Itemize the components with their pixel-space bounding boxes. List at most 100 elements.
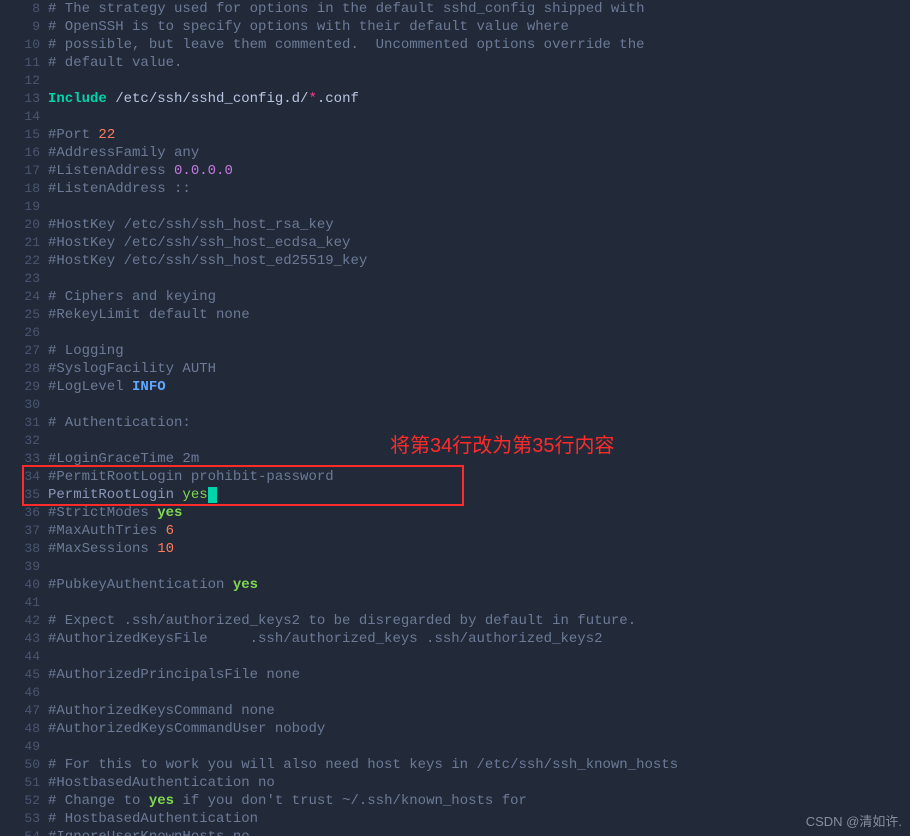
- code-line[interactable]: #HostKey /etc/ssh/ssh_host_rsa_key: [48, 216, 910, 234]
- code-line[interactable]: [48, 72, 910, 90]
- code-token: yes: [157, 505, 182, 521]
- code-line[interactable]: [48, 270, 910, 288]
- line-number: 23: [0, 270, 48, 288]
- line-number: 22: [0, 252, 48, 270]
- code-token: .conf: [317, 91, 359, 107]
- code-line[interactable]: [48, 108, 910, 126]
- code-token: yes: [182, 487, 207, 503]
- text-cursor: [208, 487, 217, 503]
- watermark: CSDN @清如许.: [806, 811, 902, 830]
- code-token: #SyslogFacility AUTH: [48, 361, 216, 377]
- code-token: *: [308, 91, 316, 107]
- code-line[interactable]: #ListenAddress ::: [48, 180, 910, 198]
- code-line[interactable]: #AuthorizedPrincipalsFile none: [48, 666, 910, 684]
- code-line[interactable]: [48, 198, 910, 216]
- code-line[interactable]: #MaxAuthTries 6: [48, 522, 910, 540]
- code-line[interactable]: #AuthorizedKeysFile .ssh/authorized_keys…: [48, 630, 910, 648]
- code-token: #StrictModes: [48, 505, 157, 521]
- line-number: 25: [0, 306, 48, 324]
- code-token: # Logging: [48, 343, 124, 359]
- code-token: #MaxSessions: [48, 541, 157, 557]
- code-line[interactable]: # default value.: [48, 54, 910, 72]
- code-token: # Expect .ssh/authorized_keys2 to be dis…: [48, 613, 636, 629]
- code-token: # The strategy used for options in the d…: [48, 1, 645, 17]
- code-token: #AuthorizedKeysCommand none: [48, 703, 275, 719]
- line-number: 49: [0, 738, 48, 756]
- code-line[interactable]: [48, 324, 910, 342]
- code-editor[interactable]: 8910111213141516171819202122232425262728…: [0, 0, 910, 836]
- line-number: 38: [0, 540, 48, 558]
- code-line[interactable]: # Expect .ssh/authorized_keys2 to be dis…: [48, 612, 910, 630]
- code-token: yes: [233, 577, 258, 593]
- code-token: #LoginGraceTime 2m: [48, 451, 199, 467]
- line-number: 17: [0, 162, 48, 180]
- code-token: # OpenSSH is to specify options with the…: [48, 19, 569, 35]
- line-number: 36: [0, 504, 48, 522]
- code-line[interactable]: # Change to yes if you don't trust ~/.ss…: [48, 792, 910, 810]
- code-line[interactable]: #SyslogFacility AUTH: [48, 360, 910, 378]
- code-line[interactable]: # possible, but leave them commented. Un…: [48, 36, 910, 54]
- code-line[interactable]: # OpenSSH is to specify options with the…: [48, 18, 910, 36]
- code-content[interactable]: # The strategy used for options in the d…: [48, 0, 910, 836]
- code-token: #HostbasedAuthentication no: [48, 775, 275, 791]
- code-line[interactable]: #HostKey /etc/ssh/ssh_host_ecdsa_key: [48, 234, 910, 252]
- code-line[interactable]: #HostKey /etc/ssh/ssh_host_ed25519_key: [48, 252, 910, 270]
- code-line[interactable]: #PermitRootLogin prohibit-password: [48, 468, 910, 486]
- line-number: 42: [0, 612, 48, 630]
- code-line[interactable]: [48, 558, 910, 576]
- line-number: 13: [0, 90, 48, 108]
- code-token: #LogLevel: [48, 379, 132, 395]
- code-token: 6: [166, 523, 174, 539]
- code-line[interactable]: #Port 22: [48, 126, 910, 144]
- code-line[interactable]: #StrictModes yes: [48, 504, 910, 522]
- code-line[interactable]: #AuthorizedKeysCommand none: [48, 702, 910, 720]
- line-number: 50: [0, 756, 48, 774]
- code-line[interactable]: # Ciphers and keying: [48, 288, 910, 306]
- line-number: 12: [0, 72, 48, 90]
- code-token: # Authentication:: [48, 415, 191, 431]
- code-line[interactable]: #PubkeyAuthentication yes: [48, 576, 910, 594]
- code-line[interactable]: Include /etc/ssh/sshd_config.d/*.conf: [48, 90, 910, 108]
- line-number: 18: [0, 180, 48, 198]
- code-line[interactable]: [48, 684, 910, 702]
- annotation-text: 将第34行改为第35行内容: [390, 429, 615, 458]
- code-token: # HostbasedAuthentication: [48, 811, 258, 827]
- code-line[interactable]: #MaxSessions 10: [48, 540, 910, 558]
- line-number: 44: [0, 648, 48, 666]
- code-token: #AddressFamily any: [48, 145, 199, 161]
- code-line[interactable]: #LogLevel INFO: [48, 378, 910, 396]
- code-line[interactable]: [48, 738, 910, 756]
- code-token: #Port: [48, 127, 98, 143]
- code-line[interactable]: #AuthorizedKeysCommandUser nobody: [48, 720, 910, 738]
- code-line[interactable]: # The strategy used for options in the d…: [48, 0, 910, 18]
- code-line[interactable]: #AddressFamily any: [48, 144, 910, 162]
- code-line[interactable]: PermitRootLogin yes: [48, 486, 910, 504]
- code-line[interactable]: #IgnoreUserKnownHosts no: [48, 828, 910, 836]
- line-number: 32: [0, 432, 48, 450]
- code-token: # For this to work you will also need ho…: [48, 757, 678, 773]
- code-line[interactable]: #ListenAddress 0.0.0.0: [48, 162, 910, 180]
- line-number: 27: [0, 342, 48, 360]
- line-number: 35: [0, 486, 48, 504]
- line-number: 10: [0, 36, 48, 54]
- code-line[interactable]: [48, 594, 910, 612]
- code-token: #HostKey /etc/ssh/ssh_host_rsa_key: [48, 217, 334, 233]
- code-token: #ListenAddress ::: [48, 181, 191, 197]
- code-token: # Ciphers and keying: [48, 289, 216, 305]
- code-line[interactable]: [48, 648, 910, 666]
- line-number: 37: [0, 522, 48, 540]
- code-line[interactable]: #HostbasedAuthentication no: [48, 774, 910, 792]
- code-token: /etc/ssh/sshd_config.d/: [115, 91, 308, 107]
- line-number: 24: [0, 288, 48, 306]
- line-number: 16: [0, 144, 48, 162]
- code-token: #ListenAddress: [48, 163, 174, 179]
- code-token: #AuthorizedKeysCommandUser nobody: [48, 721, 325, 737]
- line-number: 30: [0, 396, 48, 414]
- code-line[interactable]: # HostbasedAuthentication: [48, 810, 910, 828]
- code-line[interactable]: # For this to work you will also need ho…: [48, 756, 910, 774]
- code-token: # possible, but leave them commented. Un…: [48, 37, 645, 53]
- code-line[interactable]: [48, 396, 910, 414]
- line-number-gutter: 8910111213141516171819202122232425262728…: [0, 0, 48, 836]
- code-line[interactable]: #RekeyLimit default none: [48, 306, 910, 324]
- code-line[interactable]: # Logging: [48, 342, 910, 360]
